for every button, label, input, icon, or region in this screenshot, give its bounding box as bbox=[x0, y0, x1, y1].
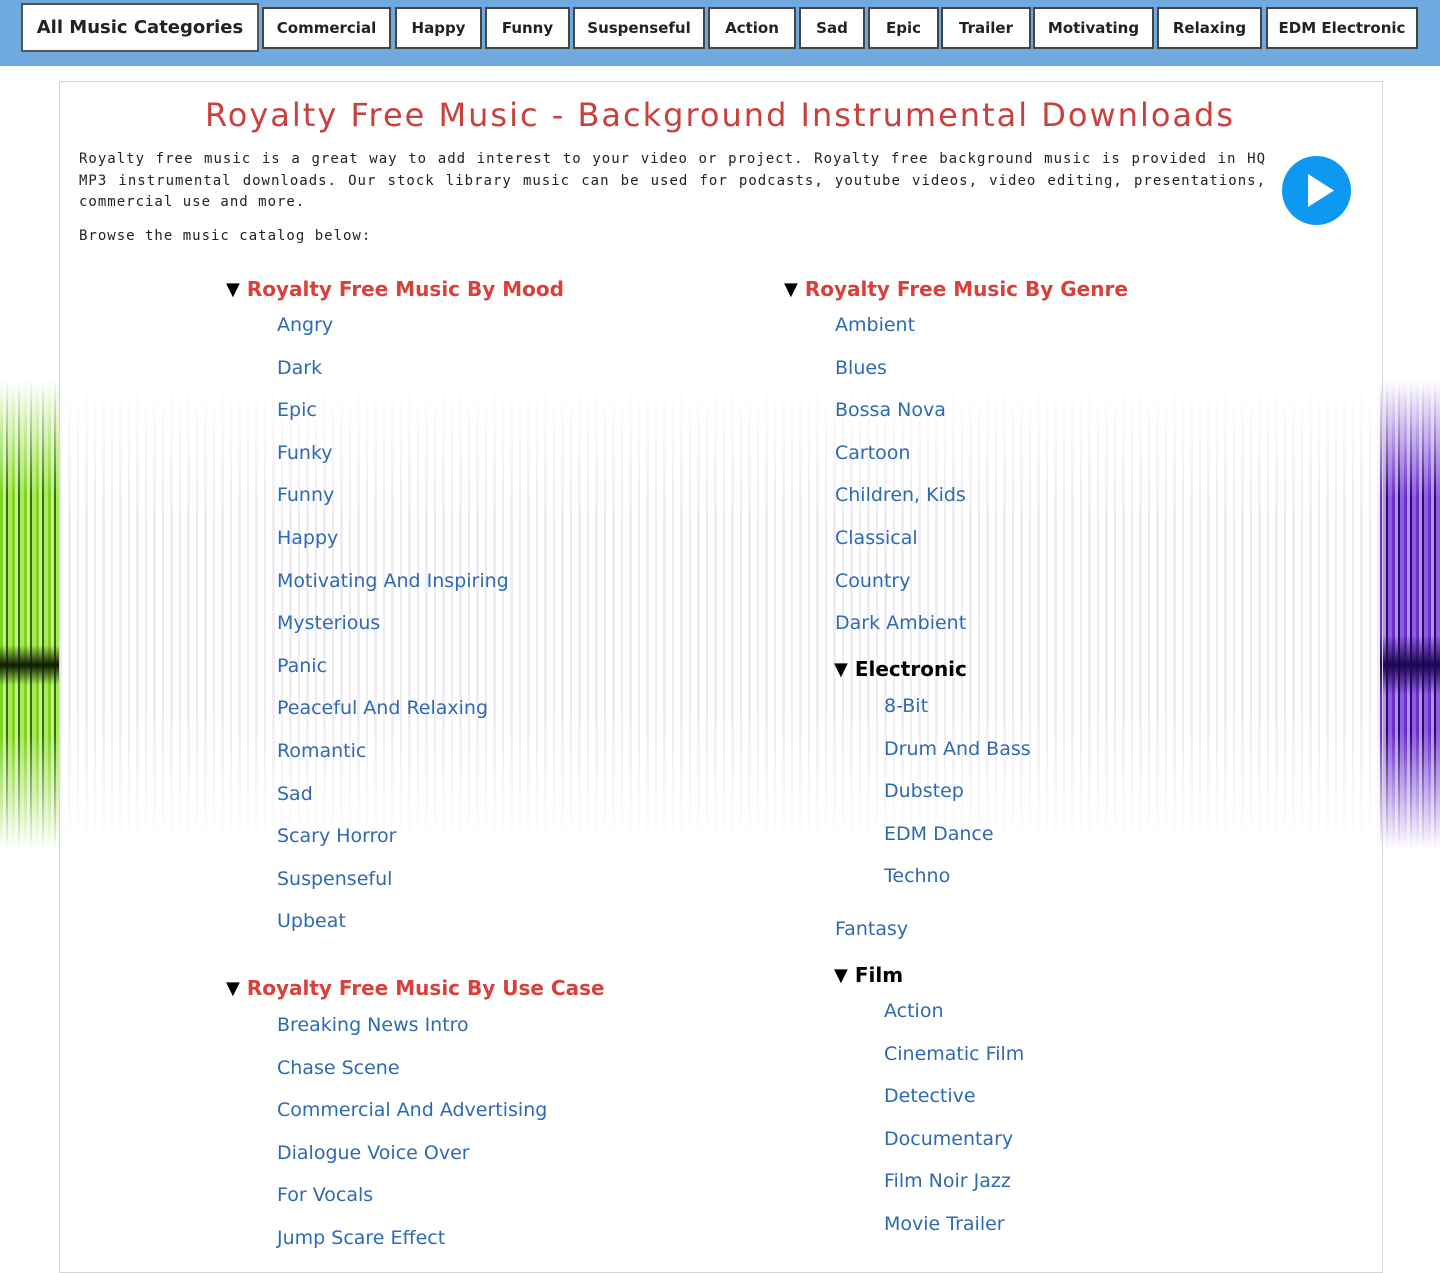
mood-link[interactable]: Scary Horror bbox=[277, 825, 396, 847]
nav-sad-button[interactable]: Sad bbox=[799, 7, 865, 49]
genre-link[interactable]: Bossa Nova bbox=[835, 399, 946, 421]
nav-relaxing-button[interactable]: Relaxing bbox=[1157, 7, 1262, 49]
mood-link[interactable]: Happy bbox=[277, 527, 338, 549]
genre-link[interactable]: Classical bbox=[835, 527, 918, 549]
mood-link[interactable]: Dark bbox=[277, 357, 322, 379]
usecase-link[interactable]: For Vocals bbox=[277, 1184, 373, 1206]
mood-link[interactable]: Sad bbox=[277, 783, 313, 805]
nav-motivating-button[interactable]: Motivating bbox=[1033, 7, 1154, 49]
nav-funny-button[interactable]: Funny bbox=[485, 7, 570, 49]
page-title: Royalty Free Music - Background Instrume… bbox=[204, 96, 1236, 134]
mood-link[interactable]: Funky bbox=[277, 442, 333, 464]
electronic-link[interactable]: 8-Bit bbox=[884, 695, 928, 717]
play-icon bbox=[1308, 174, 1334, 207]
play-button[interactable] bbox=[1282, 156, 1351, 225]
waveform-right-accent bbox=[1380, 380, 1440, 850]
genre-link[interactable]: Ambient bbox=[835, 314, 915, 336]
waveform-left-accent bbox=[0, 380, 60, 850]
browse-label: Browse the music catalog below: bbox=[79, 228, 372, 244]
mood-link[interactable]: Panic bbox=[277, 655, 327, 677]
electronic-link[interactable]: Techno bbox=[884, 865, 950, 887]
usecase-link[interactable]: Breaking News Intro bbox=[277, 1014, 469, 1036]
collapse-triangle-icon: ▼ bbox=[226, 278, 240, 300]
usecase-section-heading[interactable]: ▼ Royalty Free Music By Use Case bbox=[226, 976, 605, 1000]
nav-commercial-button[interactable]: Commercial bbox=[262, 7, 391, 49]
mood-link[interactable]: Suspenseful bbox=[277, 868, 392, 890]
usecase-link[interactable]: Dialogue Voice Over bbox=[277, 1142, 470, 1164]
mood-link[interactable]: Epic bbox=[277, 399, 317, 421]
mood-link[interactable]: Upbeat bbox=[277, 910, 346, 932]
genre-section-heading[interactable]: ▼ Royalty Free Music By Genre bbox=[784, 277, 1128, 301]
film-link[interactable]: Cinematic Film bbox=[884, 1043, 1024, 1065]
collapse-triangle-icon: ▼ bbox=[784, 278, 798, 300]
genre-link[interactable]: Dark Ambient bbox=[835, 612, 966, 634]
collapse-triangle-icon: ▼ bbox=[834, 658, 848, 680]
genre-link[interactable]: Blues bbox=[835, 357, 887, 379]
nav-action-button[interactable]: Action bbox=[708, 7, 796, 49]
mood-link[interactable]: Peaceful And Relaxing bbox=[277, 697, 488, 719]
usecase-link[interactable]: Commercial And Advertising bbox=[277, 1099, 547, 1121]
mood-link[interactable]: Funny bbox=[277, 484, 334, 506]
mood-link[interactable]: Motivating And Inspiring bbox=[277, 570, 509, 592]
film-link[interactable]: Documentary bbox=[884, 1128, 1013, 1150]
nav-all-music-categories-button[interactable]: All Music Categories bbox=[21, 3, 259, 52]
nav-suspenseful-button[interactable]: Suspenseful bbox=[573, 7, 705, 49]
electronic-link[interactable]: Dubstep bbox=[884, 780, 964, 802]
film-subsection-heading[interactable]: ▼ Film bbox=[834, 963, 903, 987]
usecase-link[interactable]: Jump Scare Effect bbox=[277, 1227, 445, 1249]
film-link[interactable]: Detective bbox=[884, 1085, 976, 1107]
electronic-subsection-heading[interactable]: ▼ Electronic bbox=[834, 657, 967, 681]
mood-heading-label: Royalty Free Music By Mood bbox=[246, 277, 564, 301]
usecase-link[interactable]: Chase Scene bbox=[277, 1057, 400, 1079]
usecase-heading-label: Royalty Free Music By Use Case bbox=[246, 976, 605, 1000]
nav-epic-button[interactable]: Epic bbox=[868, 7, 939, 49]
electronic-heading-label: Electronic bbox=[854, 657, 967, 681]
film-link[interactable]: Film Noir Jazz bbox=[884, 1170, 1011, 1192]
genre-link[interactable]: Children, Kids bbox=[835, 484, 966, 506]
genre-link-fantasy[interactable]: Fantasy bbox=[835, 918, 908, 940]
genre-link[interactable]: Cartoon bbox=[835, 442, 910, 464]
electronic-link[interactable]: EDM Dance bbox=[884, 823, 994, 845]
nav-trailer-button[interactable]: Trailer bbox=[941, 7, 1031, 49]
mood-section-heading[interactable]: ▼ Royalty Free Music By Mood bbox=[226, 277, 564, 301]
mood-link[interactable]: Romantic bbox=[277, 740, 366, 762]
mood-link[interactable]: Mysterious bbox=[277, 612, 380, 634]
mood-link[interactable]: Angry bbox=[277, 314, 333, 336]
collapse-triangle-icon: ▼ bbox=[226, 977, 240, 999]
nav-happy-button[interactable]: Happy bbox=[395, 7, 482, 49]
collapse-triangle-icon: ▼ bbox=[834, 964, 848, 986]
genre-link[interactable]: Country bbox=[835, 570, 910, 592]
main-content-panel bbox=[59, 81, 1383, 1273]
nav-edm-electronic-button[interactable]: EDM Electronic bbox=[1266, 7, 1418, 49]
film-heading-label: Film bbox=[854, 963, 904, 987]
film-link[interactable]: Action bbox=[884, 1000, 944, 1022]
top-navigation-bar: All Music Categories Commercial Happy Fu… bbox=[0, 0, 1440, 66]
genre-heading-label: Royalty Free Music By Genre bbox=[804, 277, 1128, 301]
intro-paragraph: Royalty free music is a great way to add… bbox=[79, 151, 1266, 210]
electronic-link[interactable]: Drum And Bass bbox=[884, 738, 1031, 760]
film-link[interactable]: Movie Trailer bbox=[884, 1213, 1005, 1235]
